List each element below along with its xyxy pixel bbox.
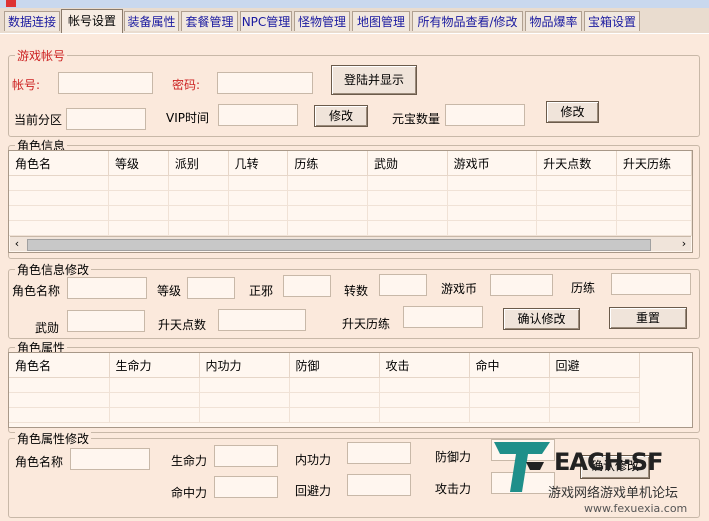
- horizontal-scrollbar[interactable]: ‹ ›: [10, 236, 691, 251]
- column-header[interactable]: 派别: [168, 151, 229, 176]
- table-row[interactable]: [9, 377, 640, 393]
- alignment-label: 正邪: [249, 284, 274, 298]
- evasion-input[interactable]: [347, 474, 411, 496]
- tab-content-panel: 游戏帐号 帐号: 密码: 登陆并显示 当前分区 VIP时间 修改 元宝数量 修改…: [0, 33, 709, 521]
- yuanbao-modify-button[interactable]: 修改: [546, 101, 599, 123]
- table-row[interactable]: [9, 175, 692, 191]
- level-input[interactable]: [187, 277, 235, 299]
- current-zone-label: 当前分区: [14, 113, 63, 127]
- column-header[interactable]: 防御: [289, 353, 380, 378]
- table-row[interactable]: [9, 392, 640, 408]
- alignment-input[interactable]: [283, 275, 331, 297]
- rebirth-input[interactable]: [379, 274, 427, 296]
- tab-monster-management[interactable]: 怪物管理: [294, 11, 350, 31]
- tab-strip: 数据连接 帐号设置 装备属性 套餐管理 NPC管理 怪物管理 地图管理 所有物品…: [0, 8, 709, 34]
- scrollbar-thumb[interactable]: [27, 239, 651, 251]
- column-header[interactable]: 历练: [287, 151, 368, 176]
- column-header[interactable]: 回避: [549, 353, 640, 378]
- column-header[interactable]: 命中: [469, 353, 550, 378]
- ascend-points-input[interactable]: [218, 309, 306, 331]
- password-input[interactable]: [217, 72, 313, 94]
- column-header[interactable]: 生命力: [109, 353, 200, 378]
- tab-chest-settings[interactable]: 宝箱设置: [584, 11, 640, 31]
- accuracy-label: 命中力: [171, 486, 208, 500]
- tab-data-connection[interactable]: 数据连接: [4, 11, 60, 31]
- confirm-attr-edit-button[interactable]: 确认修改: [580, 455, 650, 479]
- coins-label: 游戏币: [441, 282, 478, 296]
- hp-label: 生命力: [171, 454, 208, 468]
- role-attr-header: 角色名 生命力 内功力 防御 攻击 命中 回避: [9, 353, 640, 378]
- column-header[interactable]: 内功力: [199, 353, 290, 378]
- app-icon: [6, 0, 16, 7]
- ascend-exp-label: 升天历练: [342, 317, 391, 331]
- honor-label: 武勋: [35, 321, 60, 335]
- password-label: 密码:: [172, 78, 201, 92]
- login-display-button[interactable]: 登陆并显示: [331, 65, 417, 95]
- attr-role-name-input[interactable]: [70, 448, 150, 470]
- column-header[interactable]: 武勋: [367, 151, 448, 176]
- role-attr-grid[interactable]: 角色名 生命力 内功力 防御 攻击 命中 回避: [8, 352, 693, 428]
- column-header[interactable]: 等级: [108, 151, 169, 176]
- hp-input[interactable]: [214, 445, 278, 467]
- table-row[interactable]: [9, 190, 692, 206]
- column-header[interactable]: 升天历练: [616, 151, 692, 176]
- tab-item-drop-rate[interactable]: 物品爆率: [525, 11, 582, 31]
- accuracy-input[interactable]: [214, 476, 278, 498]
- group-title-role-edit: 角色信息修改: [15, 261, 92, 278]
- column-header[interactable]: 游戏币: [447, 151, 538, 176]
- ascend-points-label: 升天点数: [158, 318, 207, 332]
- evasion-label: 回避力: [295, 484, 332, 498]
- yuanbao-label: 元宝数量: [392, 112, 441, 126]
- tab-map-management[interactable]: 地图管理: [352, 11, 410, 31]
- honor-input[interactable]: [67, 310, 145, 332]
- experience-input[interactable]: [611, 273, 691, 295]
- defense-label: 防御力: [435, 450, 472, 464]
- level-label: 等级: [157, 284, 182, 298]
- experience-label: 历练: [571, 281, 596, 295]
- column-header[interactable]: 角色名: [9, 353, 110, 378]
- column-header[interactable]: 升天点数: [536, 151, 618, 176]
- mp-label: 内功力: [295, 453, 332, 467]
- account-label: 帐号:: [12, 78, 41, 92]
- attack-input[interactable]: [491, 472, 555, 494]
- vip-time-label: VIP时间: [166, 111, 209, 125]
- role-name-input[interactable]: [67, 277, 147, 299]
- current-zone-input[interactable]: [66, 108, 146, 130]
- tab-equipment-attributes[interactable]: 装备属性: [124, 11, 179, 31]
- column-header[interactable]: 攻击: [379, 353, 470, 378]
- tab-account-settings[interactable]: 帐号设置: [61, 9, 123, 33]
- column-header[interactable]: 角色名: [9, 151, 110, 176]
- confirm-role-edit-button[interactable]: 确认修改: [503, 308, 580, 330]
- yuanbao-input[interactable]: [445, 104, 525, 126]
- attack-label: 攻击力: [435, 482, 472, 496]
- group-title-attr-edit: 角色属性修改: [15, 430, 92, 447]
- role-info-header: 角色名 等级 派别 几转 历练 武勋 游戏币 升天点数 升天历练: [9, 151, 692, 176]
- role-name-label: 角色名称: [12, 284, 61, 298]
- account-input[interactable]: [58, 72, 153, 94]
- vip-modify-button[interactable]: 修改: [314, 105, 368, 127]
- reset-button[interactable]: 重置: [609, 307, 687, 329]
- ascend-exp-input[interactable]: [403, 306, 483, 328]
- mp-input[interactable]: [347, 442, 411, 464]
- defense-input[interactable]: [491, 439, 555, 461]
- column-header[interactable]: 几转: [228, 151, 289, 176]
- tab-package-management[interactable]: 套餐管理: [181, 11, 238, 31]
- group-title-game-account: 游戏帐号: [15, 47, 68, 64]
- tab-npc-management[interactable]: NPC管理: [240, 11, 292, 31]
- tab-all-items[interactable]: 所有物品查看/修改: [412, 11, 523, 31]
- attr-role-name-label: 角色名称: [15, 455, 64, 469]
- table-row[interactable]: [9, 205, 692, 221]
- scroll-left-icon[interactable]: ‹: [10, 237, 24, 251]
- role-info-grid[interactable]: 角色名 等级 派别 几转 历练 武勋 游戏币 升天点数 升天历练 ‹ ›: [8, 150, 693, 253]
- table-row[interactable]: [9, 407, 640, 423]
- table-row[interactable]: [9, 220, 692, 236]
- coins-input[interactable]: [490, 274, 553, 296]
- rebirth-label: 转数: [344, 284, 369, 298]
- scroll-right-icon[interactable]: ›: [677, 237, 691, 251]
- vip-time-input[interactable]: [218, 104, 298, 126]
